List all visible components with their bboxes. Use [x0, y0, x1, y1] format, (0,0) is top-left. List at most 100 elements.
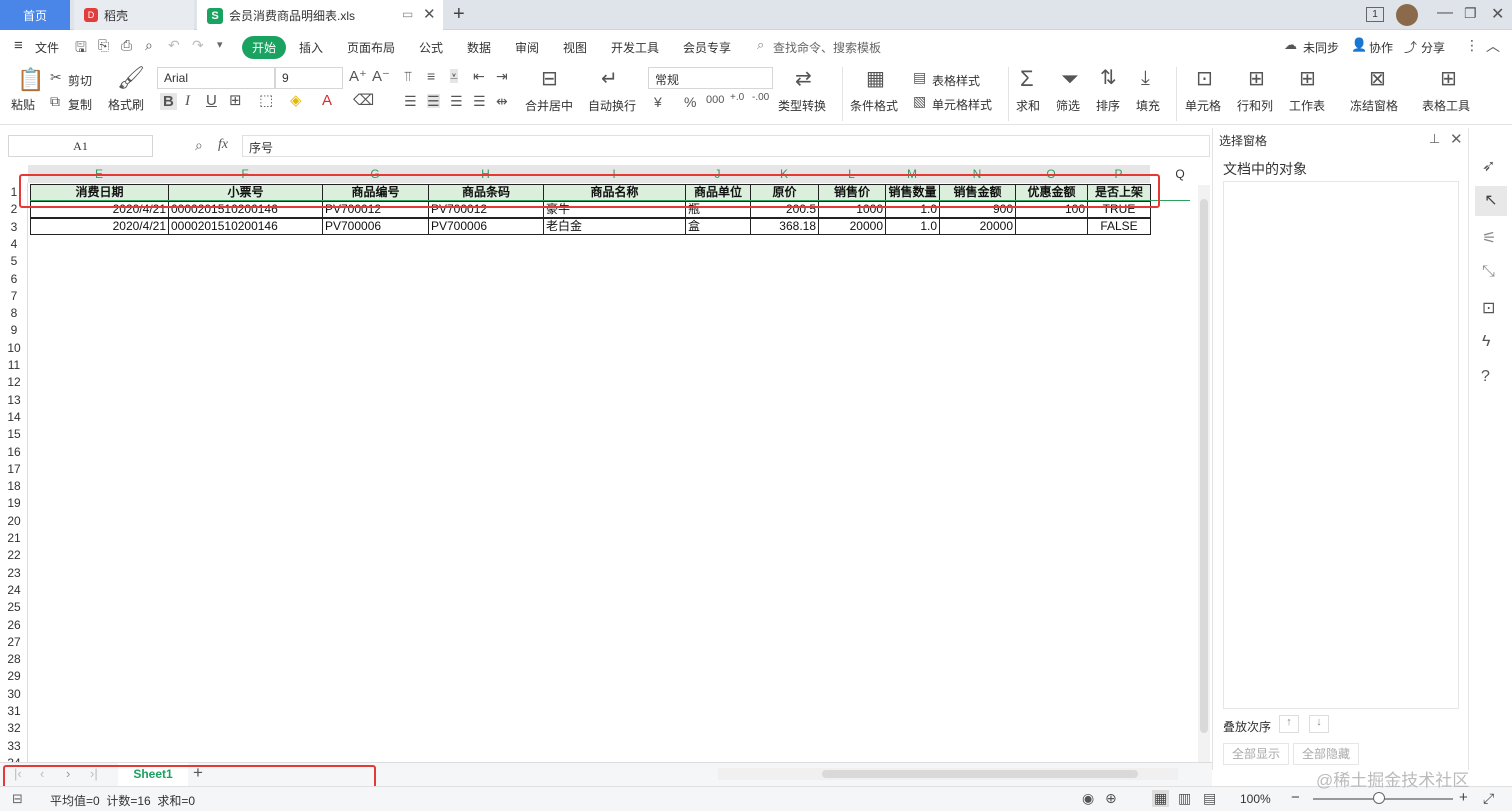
- cell-style-button[interactable]: 单元格样式: [932, 96, 992, 113]
- row-header[interactable]: 31: [0, 703, 28, 720]
- hamburger-icon[interactable]: ≡: [14, 37, 23, 54]
- zoom-search-icon[interactable]: ⌕: [195, 137, 203, 154]
- increase-decimal-icon[interactable]: +.0: [730, 93, 744, 103]
- align-bottom-icon[interactable]: ⩡: [450, 69, 458, 83]
- row-header[interactable]: 11: [0, 357, 28, 374]
- page-break-view-icon[interactable]: ▤: [1203, 790, 1216, 807]
- pane-title[interactable]: 选择窗格: [1219, 132, 1267, 149]
- row-header[interactable]: 28: [0, 651, 28, 668]
- menu-member[interactable]: 会员专享: [683, 39, 731, 56]
- status-summary[interactable]: 平均值=0 计数=16 求和=0: [50, 792, 195, 809]
- font-color-icon[interactable]: A: [322, 93, 332, 108]
- align-top-icon[interactable]: ⫪: [404, 69, 412, 83]
- move-up-icon[interactable]: ↑: [1279, 715, 1299, 733]
- fill-button[interactable]: 填充: [1136, 97, 1160, 114]
- eye-protection-icon[interactable]: ◉: [1082, 790, 1094, 807]
- row-header[interactable]: 6: [0, 271, 28, 288]
- zoom-in-icon[interactable]: +: [1459, 789, 1468, 806]
- horizontal-scrollbar[interactable]: [718, 768, 1178, 780]
- table-cell[interactable]: 盒: [685, 218, 751, 235]
- normal-view-icon[interactable]: ▦: [1152, 790, 1170, 807]
- row-header[interactable]: 15: [0, 426, 28, 443]
- transform-icon[interactable]: ⤡: [1482, 263, 1495, 281]
- bold-icon[interactable]: B: [160, 93, 177, 110]
- close-tab-icon[interactable]: ✕: [423, 5, 436, 23]
- row-header[interactable]: 32: [0, 720, 28, 737]
- pin-icon[interactable]: ▭: [402, 7, 413, 21]
- thousands-icon[interactable]: 000: [706, 95, 724, 106]
- number-format-select[interactable]: 常规: [648, 67, 773, 89]
- merge-center-button[interactable]: 合并居中: [525, 97, 573, 114]
- show-all-button[interactable]: 全部显示: [1223, 743, 1289, 765]
- underline-icon[interactable]: U: [206, 93, 217, 108]
- sum-button[interactable]: 求和: [1016, 97, 1040, 114]
- copy-button[interactable]: 复制: [68, 96, 92, 113]
- export-pdf-icon[interactable]: ⎘: [98, 37, 109, 54]
- input-method-icon[interactable]: ⊕: [1105, 790, 1117, 807]
- percent-icon[interactable]: %: [684, 95, 696, 109]
- table-cell[interactable]: PV700006: [322, 218, 429, 235]
- clear-icon[interactable]: ⌫: [353, 93, 374, 108]
- paste-button[interactable]: 粘贴: [11, 96, 35, 113]
- tab-home[interactable]: 首页: [0, 0, 70, 30]
- menu-data[interactable]: 数据: [467, 39, 491, 56]
- zoom-slider-handle[interactable]: [1373, 792, 1385, 804]
- adjust-icon[interactable]: ⚟: [1482, 228, 1496, 248]
- format-painter-button[interactable]: 格式刷: [108, 96, 144, 113]
- pin-pane-icon[interactable]: ⊥: [1429, 131, 1440, 147]
- move-down-icon[interactable]: ↓: [1309, 715, 1329, 733]
- more-icon[interactable]: ⋮: [1465, 37, 1479, 54]
- cut-button[interactable]: 剪切: [68, 72, 92, 89]
- menu-view[interactable]: 视图: [563, 39, 587, 56]
- collapse-ribbon-icon[interactable]: ︿: [1486, 36, 1500, 56]
- table-cell[interactable]: 368.18: [750, 218, 819, 235]
- row-header[interactable]: 20: [0, 513, 28, 530]
- table-tools-button[interactable]: 表格工具: [1422, 97, 1470, 114]
- row-header[interactable]: 12: [0, 374, 28, 391]
- tab-daoke[interactable]: D 稻壳: [74, 0, 194, 30]
- undo-icon[interactable]: ↶: [168, 37, 180, 54]
- row-header[interactable]: 29: [0, 668, 28, 685]
- align-right-icon[interactable]: ☰: [450, 94, 463, 108]
- row-header[interactable]: 27: [0, 634, 28, 651]
- auto-wrap-button[interactable]: 自动换行: [588, 97, 636, 114]
- rocket-icon[interactable]: ➶: [1482, 156, 1495, 176]
- row-header[interactable]: 8: [0, 305, 28, 322]
- cell-button[interactable]: 单元格: [1185, 97, 1221, 114]
- row-header[interactable]: 16: [0, 444, 28, 461]
- menu-file[interactable]: 文件: [35, 39, 59, 56]
- row-header[interactable]: 26: [0, 617, 28, 634]
- row-header[interactable]: 9: [0, 322, 28, 339]
- close-window-icon[interactable]: ✕: [1491, 4, 1504, 24]
- font-size-select[interactable]: 9: [275, 67, 343, 89]
- name-box[interactable]: A1: [8, 135, 153, 157]
- macro-icon[interactable]: ⊟: [12, 791, 23, 807]
- menu-start[interactable]: 开始: [242, 36, 287, 59]
- table-cell[interactable]: 20000: [939, 218, 1016, 235]
- print-preview-icon[interactable]: ⌕: [145, 37, 153, 54]
- image-tools-icon[interactable]: ⊡: [1482, 298, 1495, 318]
- row-header[interactable]: 30: [0, 686, 28, 703]
- decrease-decimal-icon[interactable]: -.00: [752, 93, 769, 103]
- row-header[interactable]: 7: [0, 288, 28, 305]
- help-icon[interactable]: ?: [1481, 368, 1490, 386]
- menu-dev-tools[interactable]: 开发工具: [611, 39, 659, 56]
- row-header[interactable]: 10: [0, 340, 28, 357]
- row-header[interactable]: 5: [0, 253, 28, 270]
- row-header[interactable]: 23: [0, 565, 28, 582]
- restore-icon[interactable]: ❐: [1464, 5, 1477, 22]
- align-middle-icon[interactable]: ≡: [427, 69, 435, 83]
- worksheet-button[interactable]: 工作表: [1289, 97, 1325, 114]
- row-header[interactable]: 19: [0, 495, 28, 512]
- formula-input[interactable]: 序号: [242, 135, 1210, 157]
- sort-button[interactable]: 排序: [1096, 97, 1120, 114]
- row-header[interactable]: 18: [0, 478, 28, 495]
- conditional-format-button[interactable]: 条件格式: [850, 97, 898, 114]
- table-style-button[interactable]: 表格样式: [932, 72, 980, 89]
- table-cell[interactable]: 20000: [818, 218, 886, 235]
- fx-icon[interactable]: fx: [218, 137, 228, 153]
- type-convert-button[interactable]: 类型转换: [778, 97, 826, 114]
- menu-page-layout[interactable]: 页面布局: [347, 39, 395, 56]
- save-icon[interactable]: 🖫: [75, 37, 87, 61]
- menu-insert[interactable]: 插入: [299, 39, 323, 56]
